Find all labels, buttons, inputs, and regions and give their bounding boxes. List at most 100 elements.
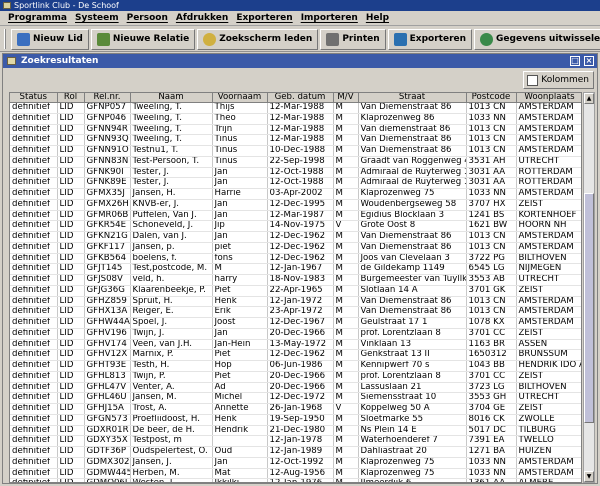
table-cell: 12-Jan-1978 [267,435,334,447]
vertical-scrollbar[interactable]: ▲ ▼ [583,92,595,483]
table-cell: fons [212,253,268,265]
menu-afdrukken[interactable]: Afdrukken [172,11,232,25]
table-row[interactable]: definitief LID GDMW445 Herben, M. Mat 12-Aug-… [10,468,581,480]
toolbar-grip[interactable] [4,29,6,49]
column-header[interactable]: Rol [57,93,85,103]
table-row[interactable]: definitief LID GDXR01R De beer, de H. Hendri… [10,425,581,437]
table-cell: V [333,220,359,232]
table-cell: 3701 CC [466,328,517,340]
table-row[interactable]: definitief LID GFKF117 Jansen, p. piet 12-Dec… [10,242,581,254]
table-row[interactable]: definitief LID GFNN91O Testnu1, T. Tinus 10-D… [10,145,581,157]
table-row[interactable]: definitief LID GFKN21G Dalen, van J. Jan 12-D… [10,231,581,243]
table-row[interactable]: definitief LID GDXY35X Testpost, m 12-Jan-19… [10,435,581,447]
table-cell: 19-Sep-1950 [267,414,334,426]
table-row[interactable]: definitief LID GFHV174 Veen, van J.H. Jan-He… [10,339,581,351]
table-row[interactable]: definitief LID GFMR06B Puffelen, Van J. Jan 1… [10,210,581,222]
menu-persoon[interactable]: Persoon [123,11,172,25]
menu-help[interactable]: Help [362,11,393,25]
table-row[interactable]: definitief LID GFMX35J Jansen, H. Harrie 03-A… [10,188,581,200]
table-row[interactable]: definitief LID GFHZ859 Spruit, H. Henk 12-Jan… [10,296,581,308]
table-cell: 21-Dec-1980 [267,425,334,437]
new-member-button[interactable]: Nieuw Lid [11,28,89,50]
column-header[interactable]: Naam [130,93,213,103]
table-row[interactable]: definitief LID GFHL813 Twijn, P. Piet 20-Dec-… [10,371,581,383]
restore-icon[interactable]: □ [570,56,580,66]
table-cell: Testh, H. [130,360,213,372]
table-cell: 3031 AA [466,167,517,179]
table-row[interactable]: definitief LID GFKB564 boelens, f. fons 12-De… [10,253,581,265]
table-row[interactable]: definitief LID GFJS08V veld, h. harry 18-Nov-… [10,274,581,286]
menu-bar: Programma Systeem Persoon Afdrukken Expo… [0,11,600,26]
close-icon[interactable]: × [584,56,594,66]
table-row[interactable]: definitief LID GFNK89E Tester, J. Jan 12-Oct-… [10,177,581,189]
table-row[interactable]: definitief LID GFMX26H KNVB-er, J. Jan 12-Dec… [10,199,581,211]
table-row[interactable]: definitief LID GFNP046 Tweeling, T. Theo 12-M… [10,113,581,125]
table-row[interactable]: definitief LID GFHT93E Testh, H. Hop 06-Jun-1… [10,360,581,372]
column-header[interactable]: Straat [358,93,467,103]
scroll-down-icon[interactable]: ▼ [584,471,594,482]
table-cell: GFJS08V [84,274,131,286]
table-cell: definitief [10,199,58,211]
table-row[interactable]: definitief LID GDTF36P Oudspelertest, O. Oud… [10,446,581,458]
table-cell: definitief [10,360,58,372]
table-cell: Klaprozenweg 75 [358,457,467,469]
table-row[interactable]: definitief LID GFNN93Q Tweeling, T. Tinus 12-… [10,134,581,146]
column-header[interactable]: Geb. datum [267,93,334,103]
table-cell: GFNN91O [84,145,131,157]
table-row[interactable]: definitief LID GDMX302 Jansen, J. Jan 12-Oct-… [10,457,581,469]
table-cell: LID [57,435,85,447]
menu-systeem[interactable]: Systeem [71,11,123,25]
table-cell: 12-Aug-1956 [267,468,334,480]
table-row[interactable]: definitief LID GFHX13A Reiger, E. Erik 23-Apr… [10,306,581,318]
new-relation-button[interactable]: Nieuwe Relatie [90,28,196,50]
table-row[interactable]: definitief LID GFNN83N Test-Persoon, T. Tinu… [10,156,581,168]
column-header[interactable]: Postcode [466,93,517,103]
table-row[interactable]: definitief LID GFHV196 Twijn, J. Jan 20-Dec-1… [10,328,581,340]
table-cell: Van Diemenstraat 86 [358,231,467,243]
column-header[interactable]: Rel.nr. [84,93,131,103]
table-row[interactable]: definitief LID GFGN573 Proefliidoost, H. Hen… [10,414,581,426]
table-cell: definitief [10,392,58,404]
table-cell: 12-Jan-1976 [267,478,334,482]
table-cell: Ad [212,382,268,394]
table-row[interactable]: definitief LID GFKR54E Schoneveld, J. Jip 14-… [10,220,581,232]
table-row[interactable]: definitief LID GFJG36G Klaarenbeekje, P. Pie… [10,285,581,297]
export-button[interactable]: Exporteren [387,28,473,50]
table-cell: Twijn, P. [130,371,213,383]
column-header[interactable]: M/V [333,93,359,103]
menu-exporteren[interactable]: Exporteren [232,11,296,25]
table-row[interactable]: definitief LID GFNN94R Tweeling, T. Trijn 12-… [10,124,581,136]
column-header[interactable]: Woonplaats [516,93,581,103]
table-cell: Klaprozenweg 75 [358,188,467,200]
table-cell: 3531 AH [466,156,517,168]
table-cell: Jan [212,457,268,469]
column-header[interactable]: Status [10,93,58,103]
table-cell: Jan-Hein [212,339,268,351]
table-cell: M [333,199,359,211]
table-row[interactable]: definitief LID GFHJ15A Trost, A. Annette 26-J… [10,403,581,415]
menu-programma[interactable]: Programma [4,11,71,25]
table-cell: LID [57,263,85,275]
table-row[interactable]: definitief LID GFNP057 Tweeling, T. Thijs 12-… [10,102,581,114]
table-cell: Siemensstraat 10 [358,392,467,404]
table-cell: Tweeling, T. [130,102,213,114]
menu-importeren[interactable]: Importeren [297,11,362,25]
print-button[interactable]: Printen [320,28,386,50]
table-row[interactable]: definitiefLIDGDMQ06IWesten, I.Ikkilki12-… [10,478,581,482]
table-row[interactable]: definitief LID GFJT145 Test,postcode, M. M 12… [10,263,581,275]
table-cell: definitief [10,339,58,351]
scrollbar-thumb[interactable] [584,193,594,423]
table-row[interactable]: definitief LID GFNK90I Tester, J. Jan 12-Oct-… [10,167,581,179]
columns-button[interactable]: Kolommen [523,71,594,89]
exchange-data-button[interactable]: Gegevens uitwisselen [474,28,600,50]
table-row[interactable]: definitief LID GFHV12X Marnix, P. Piet 12-Dec… [10,349,581,361]
table-row[interactable]: definitief LID GFHW44A Spoel, J. Joost 12-Dec… [10,317,581,329]
table-cell: M [333,274,359,286]
search-members-button[interactable]: Zoekscherm leden [197,28,319,50]
scroll-up-icon[interactable]: ▲ [584,93,594,104]
table-cell: M [333,349,359,361]
table-row[interactable]: definitief LID GFHL46U Jansen, M. Michel 12-D… [10,392,581,404]
table-cell: LID [57,306,85,318]
column-header[interactable]: Voornaam [212,93,268,103]
table-row[interactable]: definitief LID GFHL47V Venter, A. Ad 20-Dec-1… [10,382,581,394]
